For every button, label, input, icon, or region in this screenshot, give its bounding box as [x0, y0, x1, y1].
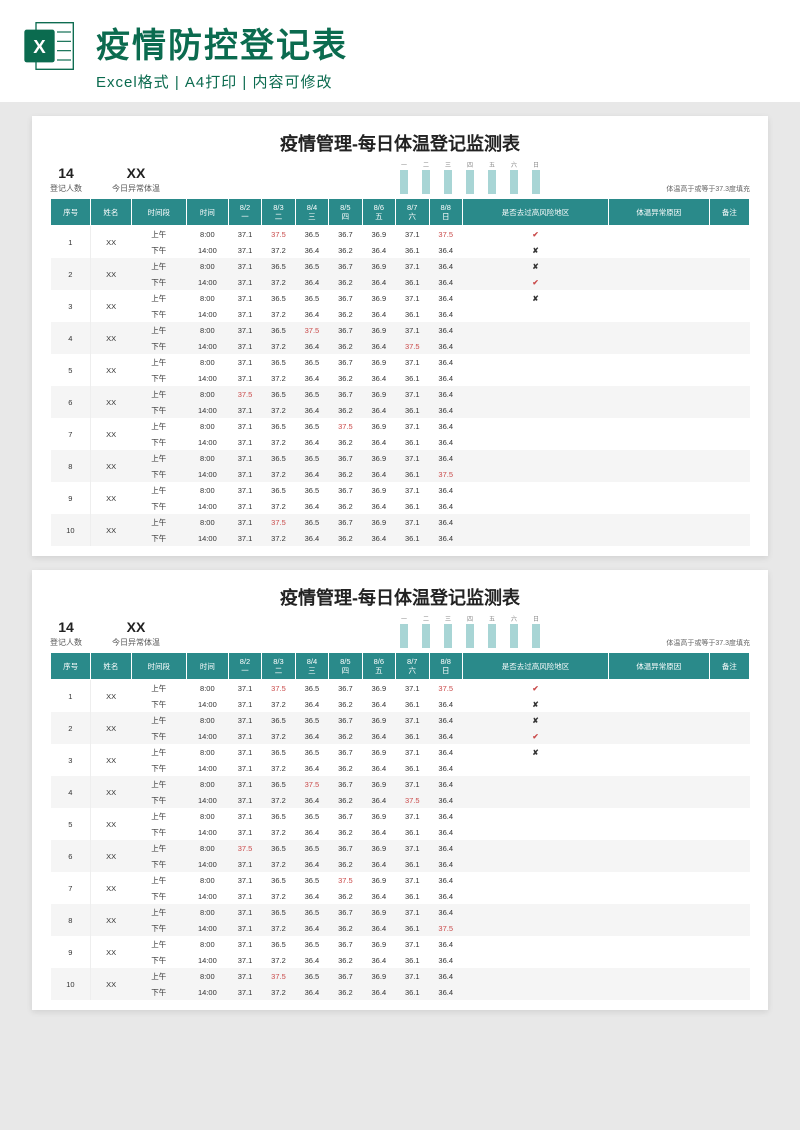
table-row: 9XX上午8:0037.136.536.536.736.937.136.4: [51, 482, 750, 498]
sheet-page: 疫情管理-每日体温登记监测表 14登记人数 XX今日异常体温 一二三四五六日 体…: [32, 570, 768, 1010]
excel-icon: X: [22, 18, 78, 74]
table-row: 下午14:0037.137.236.436.236.436.136.4✘: [51, 696, 750, 712]
summary-row: 14登记人数 XX今日异常体温 一二三四五六日 体温高于或等于37.3度填充: [50, 164, 750, 194]
table-row: 10XX上午8:0037.137.536.536.736.937.136.4: [51, 968, 750, 984]
table-row: 9XX上午8:0037.136.536.536.736.937.136.4: [51, 936, 750, 952]
table-row: 1XX上午8:0037.137.536.536.736.937.137.5✔: [51, 680, 750, 697]
table-row: 下午14:0037.137.236.436.236.437.536.4: [51, 792, 750, 808]
table-row: 3XX上午8:0037.136.536.536.736.937.136.4✘: [51, 290, 750, 306]
table-row: 下午14:0037.137.236.436.236.436.136.4: [51, 402, 750, 418]
table-row: 下午14:0037.137.236.436.236.436.136.4: [51, 530, 750, 546]
table-row: 6XX上午8:0037.536.536.536.736.937.136.4: [51, 840, 750, 856]
table-row: 4XX上午8:0037.136.537.536.736.937.136.4: [51, 322, 750, 338]
svg-text:X: X: [33, 36, 46, 57]
table-row: 1XX上午8:0037.137.536.536.736.937.137.5✔: [51, 226, 750, 243]
table-row: 下午14:0037.137.236.436.236.436.136.4✔: [51, 274, 750, 290]
sheet-page: 疫情管理-每日体温登记监测表 14登记人数 XX今日异常体温 一二三四五六日 体…: [32, 116, 768, 556]
table-row: 下午14:0037.137.236.436.236.436.137.5: [51, 920, 750, 936]
table-row: 下午14:0037.137.236.436.236.436.137.5: [51, 466, 750, 482]
temperature-table: 序号姓名时间段时间 8/2一8/3二8/4三8/5四8/6五8/7六8/8日 是…: [50, 198, 750, 546]
table-row: 4XX上午8:0037.136.537.536.736.937.136.4: [51, 776, 750, 792]
table-row: 下午14:0037.137.236.436.236.436.136.4: [51, 952, 750, 968]
sheet-title: 疫情管理-每日体温登记监测表: [50, 584, 750, 610]
table-row: 下午14:0037.137.236.436.236.436.136.4: [51, 824, 750, 840]
table-row: 下午14:0037.137.236.436.236.436.136.4: [51, 498, 750, 514]
table-row: 7XX上午8:0037.136.536.537.536.937.136.4: [51, 418, 750, 434]
table-row: 下午14:0037.137.236.436.236.436.136.4: [51, 888, 750, 904]
table-row: 下午14:0037.137.236.436.236.436.136.4✘: [51, 242, 750, 258]
banner-header: X 疫情防控登记表 Excel格式 | A4打印 | 内容可修改: [0, 0, 800, 102]
table-row: 下午14:0037.137.236.436.236.436.136.4: [51, 984, 750, 1000]
table-row: 5XX上午8:0037.136.536.536.736.937.136.4: [51, 808, 750, 824]
summary-row: 14登记人数 XX今日异常体温 一二三四五六日 体温高于或等于37.3度填充: [50, 618, 750, 648]
table-row: 下午14:0037.137.236.436.236.436.136.4✔: [51, 728, 750, 744]
table-row: 10XX上午8:0037.137.536.536.736.937.136.4: [51, 514, 750, 530]
table-row: 2XX上午8:0037.136.536.536.736.937.136.4✘: [51, 258, 750, 274]
mini-bar-chart: 一二三四五六日: [400, 164, 540, 194]
sheet-title: 疫情管理-每日体温登记监测表: [50, 130, 750, 156]
table-row: 下午14:0037.137.236.436.236.436.136.4: [51, 434, 750, 450]
threshold-note: 体温高于或等于37.3度填充: [666, 638, 750, 648]
temperature-table: 序号姓名时间段时间 8/2一8/3二8/4三8/5四8/6五8/7六8/8日 是…: [50, 652, 750, 1000]
banner-title: 疫情防控登记表: [96, 18, 778, 67]
mini-bar-chart: 一二三四五六日: [400, 618, 540, 648]
table-row: 6XX上午8:0037.536.536.536.736.937.136.4: [51, 386, 750, 402]
table-row: 5XX上午8:0037.136.536.536.736.937.136.4: [51, 354, 750, 370]
table-row: 2XX上午8:0037.136.536.536.736.937.136.4✘: [51, 712, 750, 728]
table-row: 3XX上午8:0037.136.536.536.736.937.136.4✘: [51, 744, 750, 760]
table-row: 下午14:0037.137.236.436.236.436.136.4: [51, 306, 750, 322]
table-row: 下午14:0037.137.236.436.236.436.136.4: [51, 370, 750, 386]
table-row: 下午14:0037.137.236.436.236.437.536.4: [51, 338, 750, 354]
threshold-note: 体温高于或等于37.3度填充: [666, 184, 750, 194]
table-row: 8XX上午8:0037.136.536.536.736.937.136.4: [51, 450, 750, 466]
table-row: 下午14:0037.137.236.436.236.436.136.4: [51, 760, 750, 776]
banner-subtitle: Excel格式 | A4打印 | 内容可修改: [96, 71, 778, 92]
table-row: 下午14:0037.137.236.436.236.436.136.4: [51, 856, 750, 872]
table-row: 8XX上午8:0037.136.536.536.736.937.136.4: [51, 904, 750, 920]
table-row: 7XX上午8:0037.136.536.537.536.937.136.4: [51, 872, 750, 888]
